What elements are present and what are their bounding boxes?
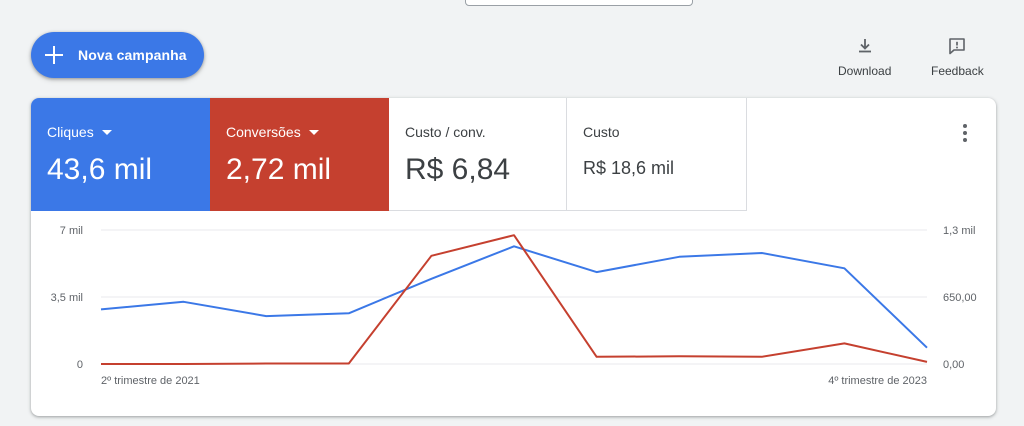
- x-axis-start-label: 2º trimestre de 2021: [101, 375, 200, 387]
- right-axis-tick-label: 0,00: [943, 359, 964, 371]
- performance-card: Cliques 43,6 mil Conversões 2,72 mil Cus…: [31, 98, 996, 416]
- feedback-icon: [949, 38, 966, 55]
- metric-conversions-label: Conversões: [226, 124, 301, 140]
- top-dropdown[interactable]: [465, 0, 693, 6]
- x-axis-end-label: 4º trimestre de 2023: [828, 375, 927, 387]
- download-button[interactable]: Download: [838, 36, 891, 78]
- left-axis-tick-label: 0: [77, 359, 83, 371]
- new-campaign-label: Nova campanha: [78, 47, 187, 63]
- metric-clicks-label: Cliques: [47, 124, 94, 140]
- metric-cost-value: R$ 18,6 mil: [583, 158, 675, 178]
- metric-cost-label: Custo: [583, 124, 620, 140]
- series-line-convers-es: [101, 234, 928, 365]
- left-axis-tick-label: 3,5 mil: [51, 292, 83, 304]
- download-label: Download: [838, 64, 892, 78]
- plus-icon: [45, 46, 63, 64]
- metric-conversions-value: 2,72 mil: [226, 153, 332, 186]
- metric-clicks[interactable]: Cliques 43,6 mil: [31, 98, 210, 211]
- dropdown-caret-icon: [101, 129, 112, 135]
- right-axis-tick-label: 650,00: [943, 292, 977, 304]
- metric-cost[interactable]: Custo R$ 18,6 mil: [567, 98, 747, 211]
- performance-chart: 0 0,00 3,5 mil 650,00 7 mil 1,3 mil 2º trimest…: [51, 225, 977, 387]
- left-axis-tick-label: 7 mil: [60, 225, 83, 237]
- dropdown-caret-icon: [308, 129, 319, 135]
- metric-cost-per-conversion[interactable]: Custo / conv. R$ 6,84: [389, 98, 567, 211]
- right-axis-tick-label: 1,3 mil: [943, 225, 975, 237]
- metric-cost-per-conversion-label: Custo / conv.: [405, 124, 486, 140]
- new-campaign-button[interactable]: Nova campanha: [31, 32, 204, 78]
- feedback-label: Feedback: [931, 64, 984, 78]
- more-options-icon[interactable]: [959, 124, 971, 144]
- metric-clicks-value: 43,6 mil: [47, 153, 153, 186]
- metric-cost-per-conversion-value: R$ 6,84: [405, 153, 511, 186]
- feedback-button[interactable]: Feedback: [931, 36, 984, 78]
- metric-conversions[interactable]: Conversões 2,72 mil: [210, 98, 389, 211]
- download-icon: [858, 39, 871, 53]
